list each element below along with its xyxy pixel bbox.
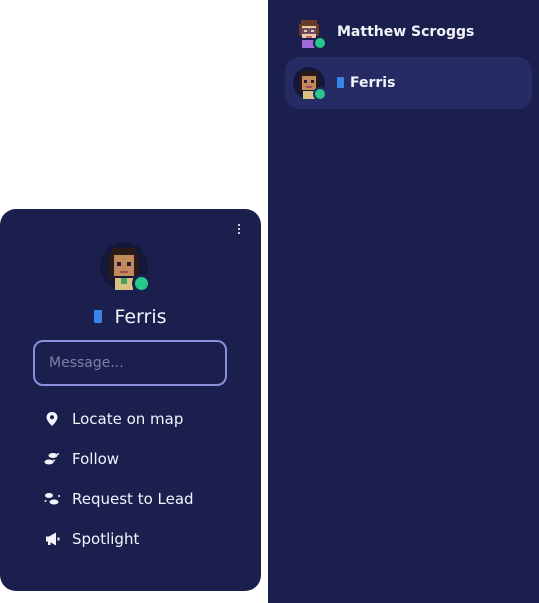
participant-name: Matthew Scroggs [337,24,475,40]
menu-item-spotlight[interactable]: Spotlight [44,525,244,553]
online-status-dot [132,274,151,293]
menu-item-locate-on-map[interactable]: Locate on map [44,405,244,433]
more-options-icon[interactable] [231,221,247,237]
participant-name-row: Ferris [337,75,395,91]
menu-label: Locate on map [72,410,184,428]
menu-label: Spotlight [72,530,140,548]
profile-avatar [100,242,151,293]
participant-item-matthew-scroggs[interactable]: Matthew Scroggs [285,6,532,58]
message-box [33,340,227,386]
menu-label: Request to Lead [72,490,194,508]
megaphone-icon [44,531,60,547]
participant-item-ferris[interactable]: Ferris [285,57,532,109]
follow-icon [44,451,60,467]
bookmark-icon [337,77,344,88]
avatar [293,67,327,101]
online-status-dot [313,36,327,50]
online-status-dot [313,87,327,101]
menu-item-request-to-lead[interactable]: Request to Lead [44,485,244,513]
participant-panel: Matthew Scroggs Ferris [268,0,539,603]
map-pin-icon [44,411,60,427]
menu-label: Follow [72,450,120,468]
participant-name: Ferris [350,75,396,91]
profile-name: Ferris [114,306,167,328]
avatar [293,16,327,50]
request-lead-icon [44,491,60,507]
bookmark-icon [94,310,103,323]
message-input[interactable] [47,354,225,372]
profile-card: Ferris Locate on map Follow Request to L… [0,209,261,591]
menu-item-follow[interactable]: Follow [44,445,244,473]
profile-name-row: Ferris [0,306,261,328]
